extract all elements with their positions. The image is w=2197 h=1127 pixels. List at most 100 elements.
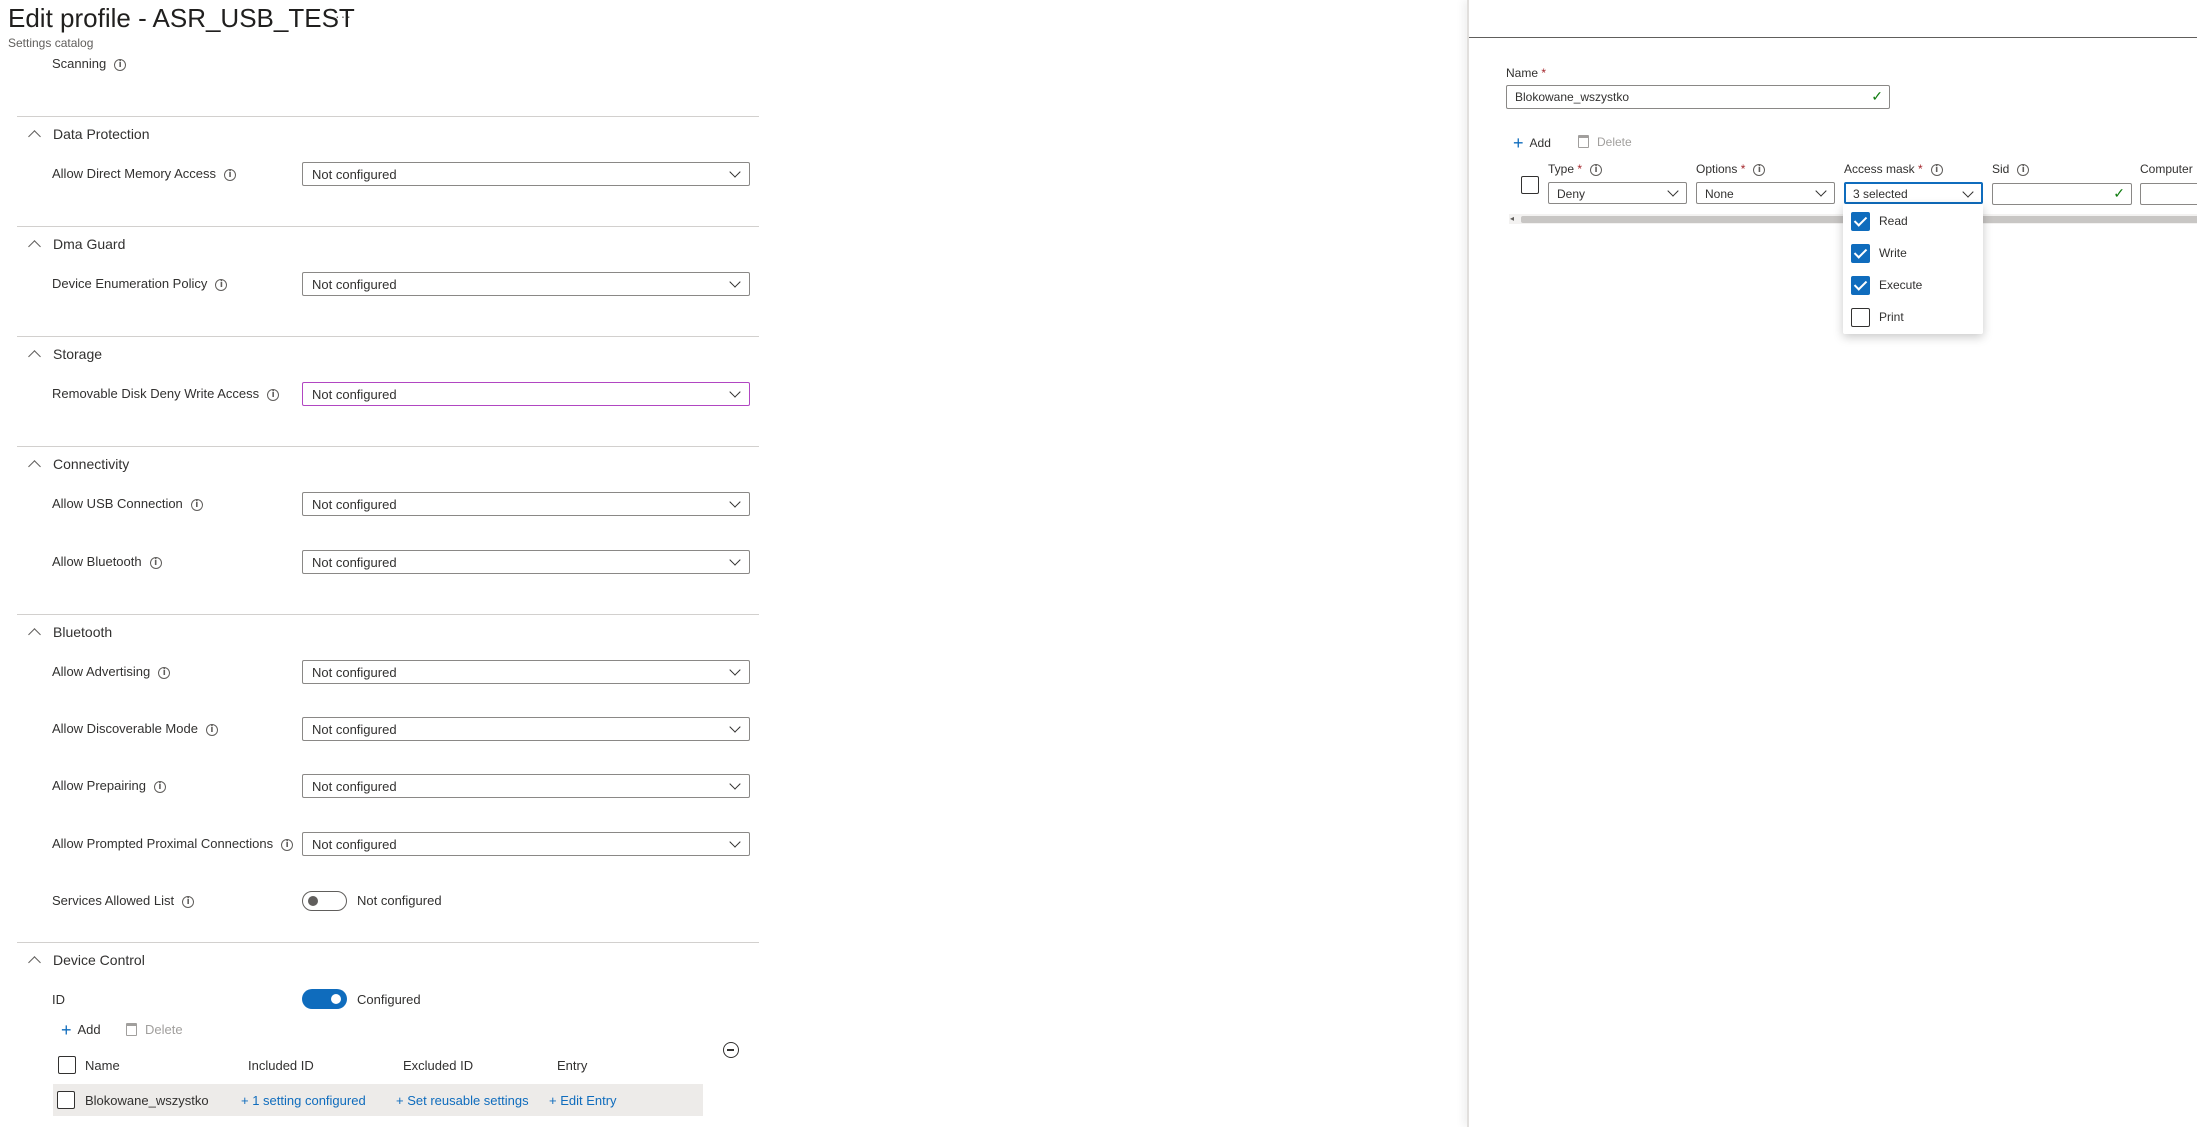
- setting-label-text: Allow USB Connection: [52, 496, 183, 511]
- section-header-bluetooth[interactable]: Bluetooth: [28, 624, 112, 641]
- setting-label-id: ID: [52, 992, 65, 1007]
- column-header-sid[interactable]: Sid i: [1992, 162, 2030, 176]
- allow-advertising-dropdown[interactable]: Not configured: [302, 660, 750, 684]
- info-icon[interactable]: i: [182, 895, 195, 908]
- section-header-device-control[interactable]: Device Control: [28, 952, 145, 969]
- required-mark: *: [1918, 162, 1923, 176]
- scroll-left-icon[interactable]: ◂: [1510, 214, 1514, 223]
- info-icon[interactable]: i: [158, 666, 171, 679]
- chevron-up-icon: [28, 350, 41, 363]
- allow-prepairing-dropdown[interactable]: Not configured: [302, 774, 750, 798]
- access-mask-options-popup: Read Write Execute Print: [1843, 204, 1983, 334]
- type-dropdown[interactable]: Deny: [1548, 182, 1687, 204]
- allow-bluetooth-dropdown[interactable]: Not configured: [302, 550, 750, 574]
- select-all-checkbox[interactable]: [58, 1056, 76, 1074]
- info-icon[interactable]: i: [153, 780, 166, 793]
- allow-proximal-dropdown[interactable]: Not configured: [302, 832, 750, 856]
- name-input[interactable]: Blokowane_wszystko ✓: [1506, 85, 1890, 109]
- info-icon[interactable]: i: [205, 723, 218, 736]
- column-type-text: Type: [1548, 162, 1575, 176]
- id-toggle[interactable]: [302, 989, 347, 1009]
- access-option-write[interactable]: Write: [1843, 238, 1983, 268]
- divider: [17, 336, 759, 337]
- toggle-knob: [331, 994, 341, 1004]
- section-title: Storage: [53, 346, 103, 362]
- services-allowed-toggle[interactable]: [302, 891, 347, 911]
- checkbox-checked-icon[interactable]: [1851, 212, 1870, 231]
- allow-usb-dropdown[interactable]: Not configured: [302, 492, 750, 516]
- info-icon[interactable]: i: [1590, 163, 1603, 176]
- section-header-storage[interactable]: Storage: [28, 346, 103, 363]
- panel-select-all-checkbox[interactable]: [1521, 176, 1539, 194]
- delete-button[interactable]: Delete: [126, 1022, 183, 1037]
- panel-header-divider: [1469, 37, 2197, 38]
- info-icon[interactable]: i: [215, 278, 228, 291]
- required-mark: *: [1740, 162, 1746, 176]
- section-header-dma-guard[interactable]: Dma Guard: [28, 236, 126, 253]
- column-header-entry[interactable]: Entry: [557, 1058, 587, 1073]
- included-id-link[interactable]: + 1 setting configured: [241, 1093, 366, 1108]
- access-option-print[interactable]: Print: [1843, 302, 1983, 332]
- info-icon[interactable]: i: [223, 168, 236, 181]
- chevron-down-icon: [729, 664, 741, 676]
- access-option-read[interactable]: Read: [1843, 206, 1983, 236]
- setting-label-deny-write: Removable Disk Deny Write Access i: [52, 386, 280, 401]
- checkmark-icon: ✓: [2113, 185, 2125, 201]
- checkbox-checked-icon[interactable]: [1851, 244, 1870, 263]
- excluded-id-link[interactable]: + Set reusable settings: [396, 1093, 529, 1108]
- column-header-included-id[interactable]: Included ID: [248, 1058, 314, 1073]
- section-title: Connectivity: [53, 456, 130, 472]
- page-title: Edit profile - ASR_USB_TEST: [8, 3, 355, 33]
- info-icon[interactable]: i: [267, 388, 280, 401]
- edit-entry-link[interactable]: + Edit Entry: [549, 1093, 617, 1108]
- checkbox-unchecked-icon[interactable]: [1851, 308, 1870, 327]
- add-label: Add: [1529, 136, 1551, 150]
- allow-dma-dropdown[interactable]: Not configured: [302, 162, 750, 186]
- column-header-options[interactable]: Options * i: [1696, 162, 1766, 176]
- chevron-down-icon: [729, 778, 741, 790]
- info-icon[interactable]: i: [190, 498, 203, 511]
- section-title: Dma Guard: [53, 236, 126, 252]
- panel-add-button[interactable]: + Add: [1513, 133, 1551, 154]
- info-icon[interactable]: i: [1753, 163, 1766, 176]
- section-header-connectivity[interactable]: Connectivity: [28, 456, 130, 473]
- access-mask-dropdown[interactable]: 3 selected: [1844, 182, 1983, 204]
- setting-label-bluetooth: Allow Bluetooth i: [52, 554, 162, 569]
- column-header-excluded-id[interactable]: Excluded ID: [403, 1058, 473, 1073]
- name-label-text: Name: [1506, 66, 1539, 80]
- options-dropdown[interactable]: None: [1696, 182, 1835, 204]
- chevron-down-icon: [1667, 185, 1679, 197]
- column-header-access-mask[interactable]: Access mask * i: [1844, 162, 1943, 176]
- section-header-data-protection[interactable]: Data Protection: [28, 126, 150, 143]
- access-option-execute[interactable]: Execute: [1843, 270, 1983, 300]
- collapse-icon[interactable]: [723, 1042, 739, 1058]
- dropdown-value: Not configured: [312, 722, 397, 737]
- row-checkbox[interactable]: [57, 1091, 75, 1109]
- chevron-down-icon: [1815, 185, 1827, 197]
- table-row[interactable]: Blokowane_wszystko + 1 setting configure…: [53, 1084, 703, 1116]
- setting-label-text: Device Enumeration Policy: [52, 276, 208, 291]
- dropdown-value: Not configured: [312, 277, 397, 292]
- column-header-name[interactable]: Name: [85, 1058, 120, 1073]
- computer-input[interactable]: [2140, 183, 2197, 205]
- chevron-up-icon: [28, 240, 41, 253]
- sid-input[interactable]: ✓: [1992, 183, 2132, 205]
- add-button[interactable]: + Add: [61, 1020, 101, 1041]
- setting-label-text: Services Allowed List: [52, 893, 175, 908]
- dropdown-value: Not configured: [312, 167, 397, 182]
- column-header-computer[interactable]: Computer: [2140, 162, 2193, 176]
- info-icon[interactable]: i: [2017, 163, 2030, 176]
- info-icon[interactable]: i: [281, 838, 294, 851]
- allow-discoverable-dropdown[interactable]: Not configured: [302, 717, 750, 741]
- required-mark: *: [1541, 66, 1547, 80]
- info-icon[interactable]: i: [149, 556, 162, 569]
- checkbox-checked-icon[interactable]: [1851, 276, 1870, 295]
- info-icon[interactable]: i: [1930, 163, 1943, 176]
- chevron-down-icon: [729, 166, 741, 178]
- column-header-type[interactable]: Type * i: [1548, 162, 1603, 176]
- enumeration-policy-dropdown[interactable]: Not configured: [302, 272, 750, 296]
- panel-delete-button[interactable]: Delete: [1578, 135, 1632, 149]
- more-options-button[interactable]: ···: [335, 8, 352, 24]
- deny-write-dropdown[interactable]: Not configured: [302, 382, 750, 406]
- info-icon[interactable]: i: [114, 58, 127, 71]
